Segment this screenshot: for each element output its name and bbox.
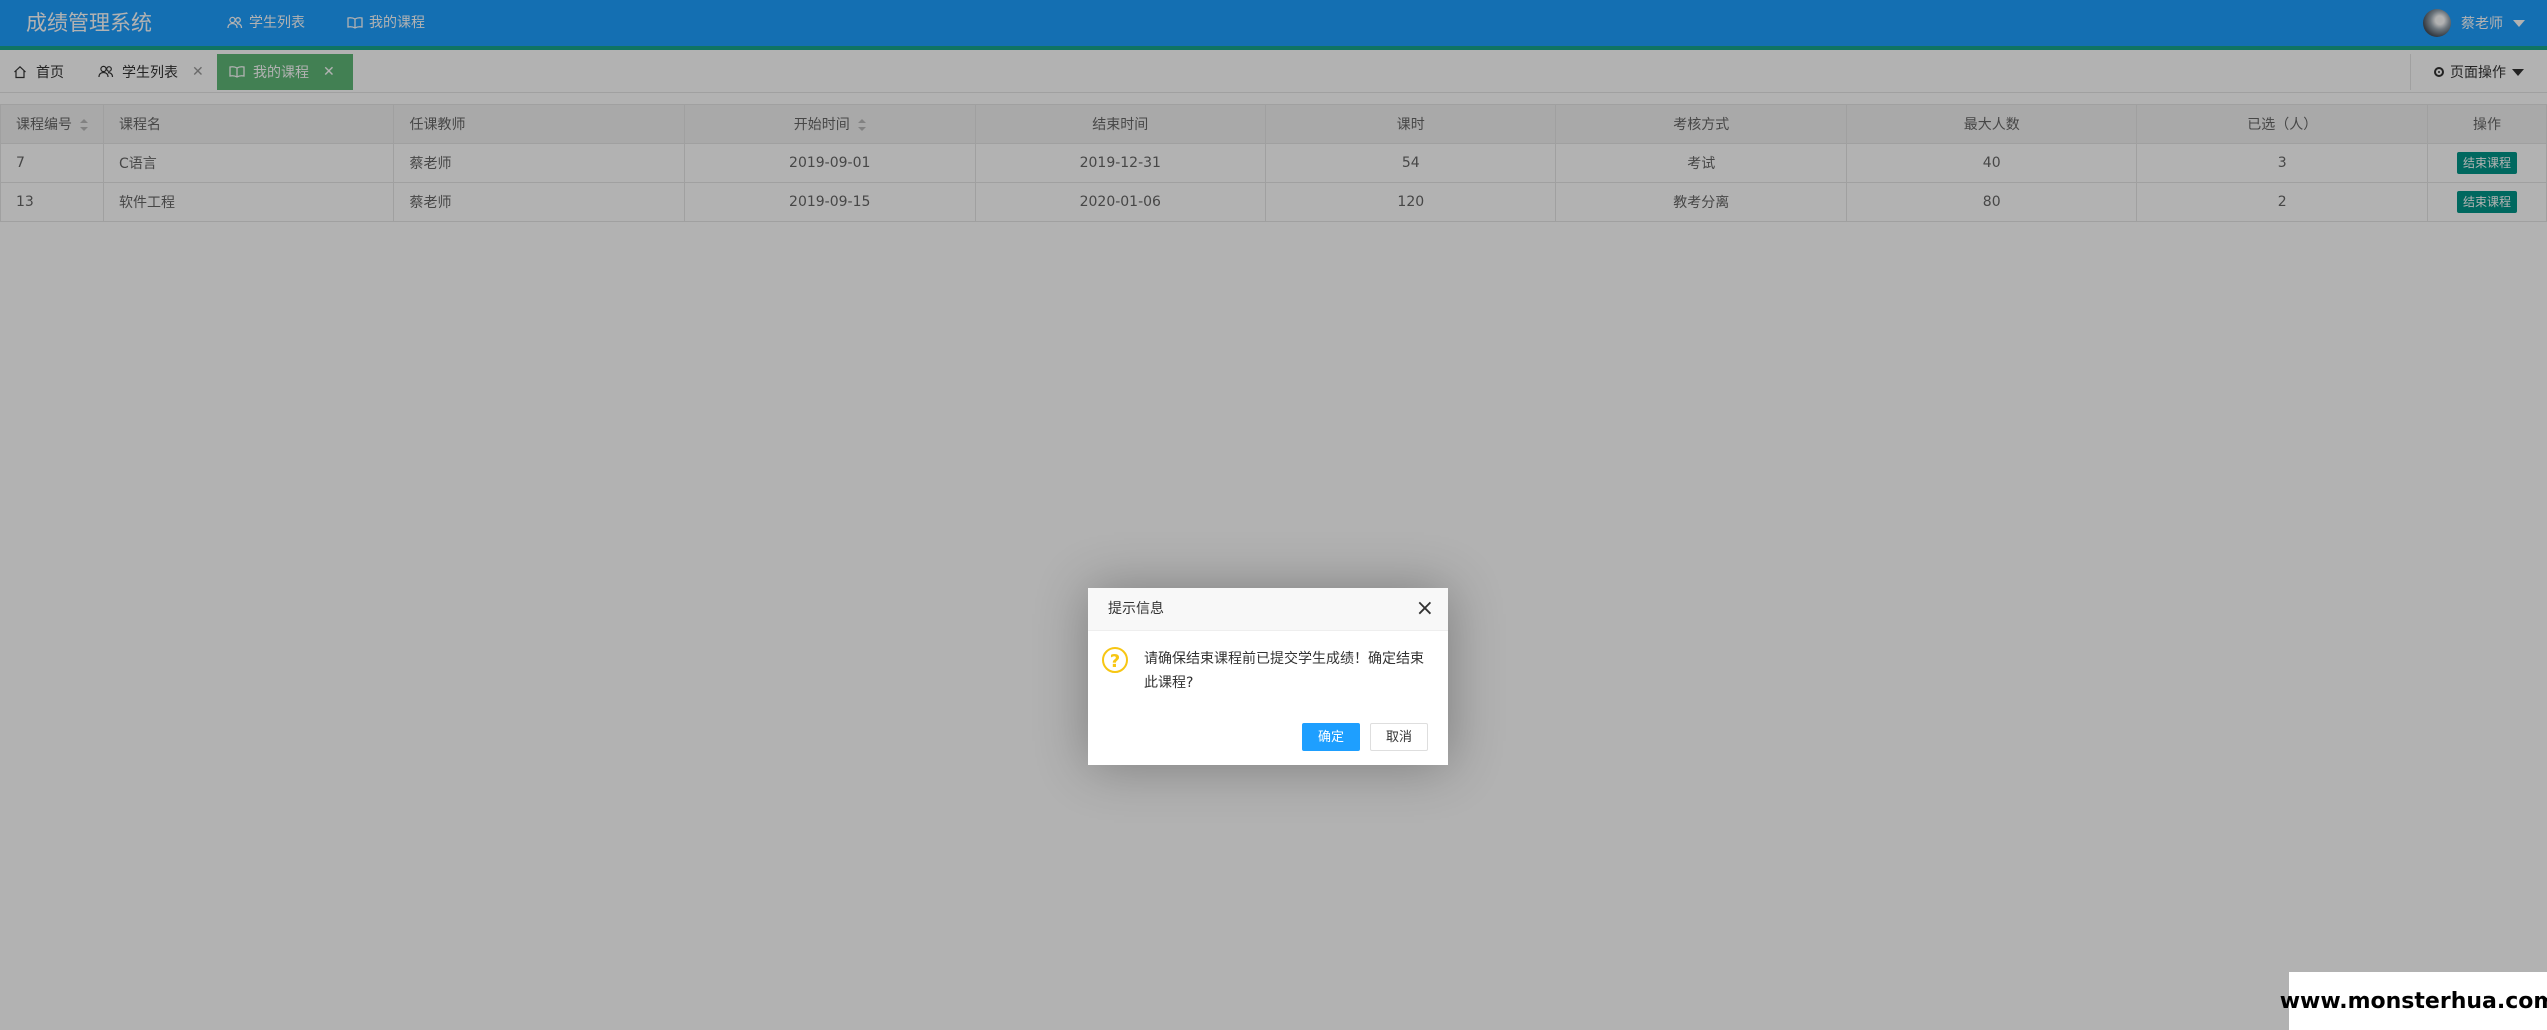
dialog-message-line-1: 请确保结束课程前已提交学生成绩！确定结束 [1144, 651, 1424, 667]
dialog-buttons: 确定 取消 [1301, 723, 1428, 751]
cancel-button[interactable]: 取消 [1369, 723, 1428, 751]
close-icon[interactable]: × [1416, 588, 1434, 630]
dialog-body: ? 请确保结束课程前已提交学生成绩！确定结束 此课程? [1088, 631, 1448, 703]
confirm-button[interactable]: 确定 [1301, 723, 1360, 751]
watermark: www.monsterhua.com [2280, 972, 2547, 1030]
modal-overlay[interactable] [0, 0, 2547, 1030]
dialog-title: 提示信息 [1108, 601, 1164, 617]
dialog-title-bar[interactable]: 提示信息 × [1088, 588, 1448, 631]
question-icon: ? [1102, 647, 1128, 673]
confirm-dialog: 提示信息 × ? 请确保结束课程前已提交学生成绩！确定结束 此课程? 确定 取消 [1088, 588, 1448, 765]
dialog-message-line-2: 此课程? [1144, 675, 1194, 691]
